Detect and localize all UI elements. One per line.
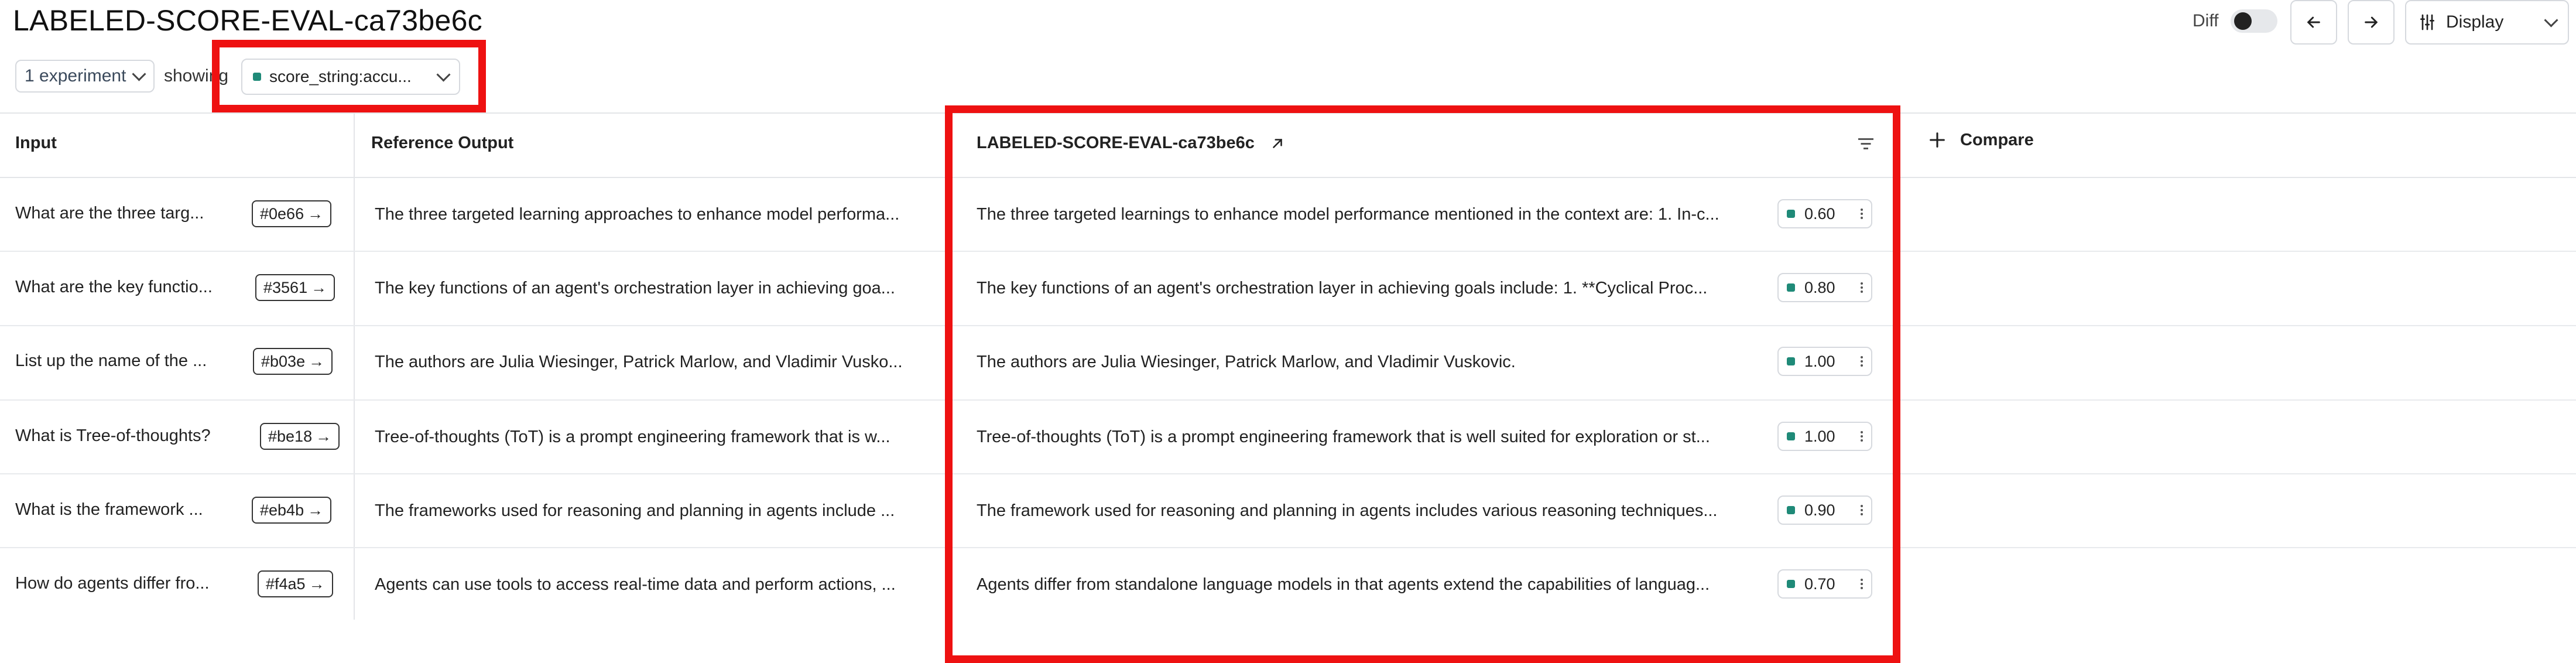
table-cell-input[interactable]: What is the framework ...	[15, 500, 232, 520]
example-id: #f4a5	[266, 575, 306, 593]
example-id-link[interactable]: #3561 →	[255, 274, 335, 301]
chevron-down-icon	[2544, 12, 2558, 28]
highlight-box-score-select	[212, 40, 486, 112]
experiment-select[interactable]: 1 experiment	[15, 60, 155, 93]
column-header-input: Input	[15, 134, 57, 152]
table-cell-reference[interactable]: The key functions of an agent's orchestr…	[375, 279, 937, 298]
table-cell-reference[interactable]: The authors are Julia Wiesinger, Patrick…	[375, 353, 937, 372]
table-cell-input[interactable]: What are the key functio...	[15, 278, 232, 297]
toggle-knob	[2234, 12, 2252, 30]
plus-icon	[1930, 132, 1945, 148]
prev-button[interactable]	[2290, 0, 2337, 45]
display-button[interactable]: Display	[2405, 0, 2569, 45]
table-cell-input[interactable]: What are the three targ...	[15, 204, 220, 223]
arrow-right-small-icon: →	[307, 204, 324, 223]
example-id-link[interactable]: #eb4b →	[252, 497, 332, 524]
highlight-box-experiment-column	[945, 105, 1900, 663]
example-id-link[interactable]: #b03e →	[253, 348, 333, 375]
example-id-link[interactable]: #be18 →	[260, 423, 340, 450]
column-divider	[354, 112, 355, 620]
experiment-select-label: 1 experiment	[25, 66, 126, 86]
chevron-down-icon	[132, 66, 146, 81]
table-cell-reference[interactable]: The three targeted learning approaches t…	[375, 205, 937, 224]
sliders-icon	[2420, 14, 2434, 30]
example-id-link[interactable]: #f4a5 →	[258, 570, 333, 597]
table-cell-input[interactable]: List up the name of the ...	[15, 351, 226, 371]
display-label: Display	[2446, 12, 2504, 32]
page-title: LABELED-SCORE-EVAL-ca73be6c	[13, 4, 482, 37]
diff-label: Diff	[2193, 11, 2219, 30]
arrow-right-small-icon: →	[316, 427, 332, 445]
diff-toggle[interactable]	[2231, 9, 2277, 33]
example-id: #be18	[268, 427, 313, 445]
column-header-reference-output: Reference Output	[371, 134, 514, 152]
table-cell-reference[interactable]: Tree-of-thoughts (ToT) is a prompt engin…	[375, 428, 937, 447]
compare-button[interactable]: Compare	[1927, 130, 2034, 150]
example-id: #0e66	[260, 204, 304, 223]
table-cell-reference[interactable]: The frameworks used for reasoning and pl…	[375, 501, 937, 521]
table-cell-input[interactable]: What is Tree-of-thoughts?	[15, 426, 238, 446]
example-id: #eb4b	[260, 501, 304, 519]
arrow-right-small-icon: →	[307, 501, 324, 519]
arrow-right-icon	[2365, 16, 2378, 28]
example-id: #3561	[263, 278, 308, 296]
table-cell-input[interactable]: How do agents differ fro...	[15, 574, 232, 593]
arrow-right-small-icon: →	[309, 575, 325, 593]
table-cell-reference[interactable]: Agents can use tools to access real-time…	[375, 575, 937, 594]
arrow-right-small-icon: →	[309, 352, 325, 370]
example-id-link[interactable]: #0e66 →	[252, 200, 332, 227]
arrow-right-small-icon: →	[311, 278, 327, 296]
compare-label: Compare	[1960, 130, 2034, 149]
arrow-left-icon	[2307, 16, 2320, 28]
example-id: #b03e	[261, 352, 306, 370]
next-button[interactable]	[2348, 0, 2395, 45]
